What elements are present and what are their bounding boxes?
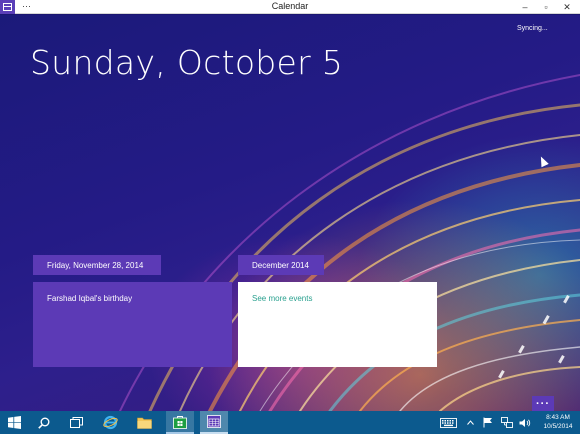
clock-time: 8:43 AM [546, 414, 570, 421]
calendar-main-area: Sunday, October 5 Syncing... Friday, Nov… [0, 15, 580, 411]
search-button[interactable] [30, 411, 58, 434]
speaker-icon [519, 418, 531, 427]
internet-explorer-button[interactable] [96, 411, 124, 434]
volume-button[interactable] [518, 411, 532, 434]
start-button[interactable] [0, 411, 28, 434]
ie-icon [102, 415, 118, 430]
store-button[interactable] [166, 411, 194, 434]
file-explorer-button[interactable] [130, 411, 158, 434]
show-hidden-icons-button[interactable] [464, 411, 476, 434]
keyboard-icon [439, 417, 457, 428]
calendar-app-icon[interactable] [0, 0, 15, 14]
current-date-heading: Sunday, October 5 [30, 43, 344, 82]
taskbar-clock[interactable]: 8:43 AM 10/5/2014 [536, 413, 580, 431]
folder-icon [136, 417, 152, 429]
title-bar: ··· Calendar – ▫ ✕ [0, 0, 580, 14]
agenda-group-heading: Friday, November 28, 2014 [33, 255, 161, 275]
window-title: Calendar [271, 1, 309, 11]
task-view-icon [69, 417, 83, 428]
network-button[interactable] [500, 411, 514, 434]
minimize-button[interactable]: – [516, 0, 534, 14]
touch-keyboard-button[interactable] [437, 411, 459, 434]
maximize-button[interactable]: ▫ [537, 0, 555, 14]
app-bar-more-button[interactable]: ··· [532, 396, 554, 411]
taskbar: 8:43 AM 10/5/2014 [0, 411, 580, 434]
store-icon [173, 415, 187, 429]
event-tile[interactable]: Farshad Iqbal's birthday [33, 282, 232, 367]
agenda-group-heading: December 2014 [238, 255, 324, 275]
calendar-taskbar-button[interactable] [200, 411, 228, 434]
calendar-icon [207, 415, 221, 428]
app-menu-button[interactable]: ··· [22, 1, 31, 11]
flag-icon [483, 417, 492, 428]
action-center-button[interactable] [481, 411, 495, 434]
network-icon [501, 417, 513, 428]
task-view-button[interactable] [62, 411, 90, 434]
chevron-up-icon [466, 420, 474, 425]
see-more-events-link[interactable]: See more events [238, 282, 437, 367]
clock-date: 10/5/2014 [543, 423, 573, 430]
close-button[interactable]: ✕ [558, 0, 576, 14]
sync-status: Syncing... [517, 25, 548, 32]
search-icon [38, 417, 50, 429]
windows-logo-icon [7, 416, 21, 429]
